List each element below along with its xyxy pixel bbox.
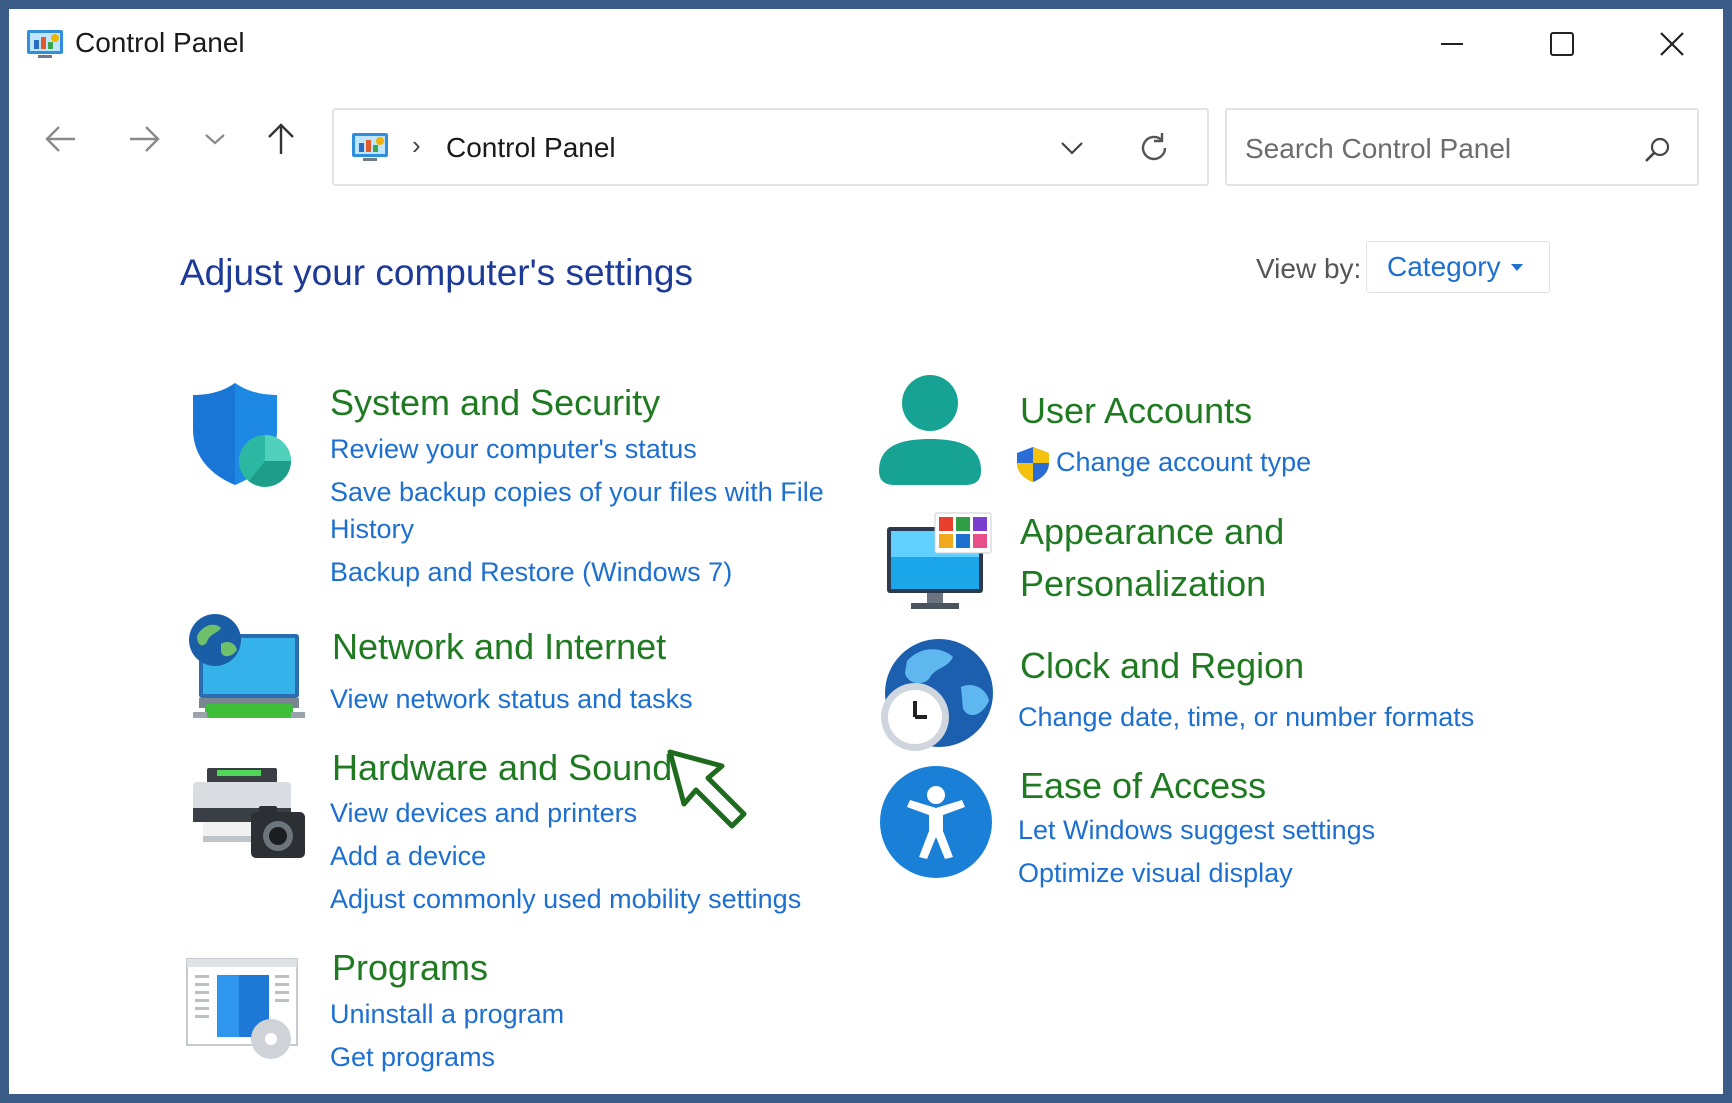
network-internet-title[interactable]: Network and Internet (332, 626, 666, 668)
clock-region-title[interactable]: Clock and Region (1020, 645, 1304, 687)
uac-shield-icon (1017, 447, 1049, 482)
minimize-button[interactable] (1397, 9, 1507, 79)
ease-of-access-title[interactable]: Ease of Access (1020, 765, 1266, 807)
appearance-title-line1[interactable]: Appearance and (1020, 511, 1284, 553)
view-network-status-link[interactable]: View network status and tasks (330, 684, 693, 715)
maximize-button[interactable] (1507, 9, 1617, 79)
control-panel-icon (352, 133, 388, 161)
network-globe-monitor-icon[interactable] (187, 614, 305, 724)
search-input[interactable] (1243, 130, 1627, 168)
programs-icon[interactable] (183, 953, 307, 1063)
chevron-down-icon (1061, 142, 1083, 155)
window-title: Control Panel (75, 27, 245, 58)
mobility-settings-link[interactable]: Adjust commonly used mobility settings (330, 884, 801, 915)
maximize-icon (1550, 32, 1574, 56)
add-device-link[interactable]: Add a device (330, 841, 486, 872)
control-panel-window: Control Panel › Control Panel Search Con… (9, 9, 1723, 1094)
control-panel-icon (27, 30, 63, 58)
backup-restore-link[interactable]: Backup and Restore (Windows 7) (330, 557, 732, 588)
review-status-link[interactable]: Review your computer's status (330, 434, 697, 465)
up-button[interactable] (259, 117, 303, 161)
search-box[interactable] (1225, 108, 1699, 186)
refresh-icon (1141, 133, 1167, 161)
optimize-visual-display-link[interactable]: Optimize visual display (1018, 858, 1293, 889)
chevron-down-icon (205, 134, 225, 145)
up-arrow-icon (268, 123, 294, 154)
forward-arrow-icon (130, 126, 160, 152)
forward-button[interactable] (122, 117, 166, 161)
shield-icon[interactable] (189, 379, 299, 489)
system-security-title[interactable]: System and Security (330, 382, 660, 424)
recent-locations-button[interactable] (193, 117, 237, 161)
address-dropdown-button[interactable] (1052, 128, 1092, 168)
uninstall-program-link[interactable]: Uninstall a program (330, 999, 564, 1030)
close-button[interactable] (1617, 9, 1723, 79)
minimize-icon (1441, 43, 1463, 45)
close-icon (1660, 32, 1684, 56)
view-devices-printers-link[interactable]: View devices and printers (330, 798, 637, 829)
change-account-type-link[interactable]: Change account type (1056, 447, 1311, 478)
printer-camera-icon[interactable] (187, 764, 309, 864)
breadcrumb-control-panel[interactable]: Control Panel (446, 132, 616, 164)
breadcrumb-separator: › (412, 130, 421, 160)
view-by-dropdown[interactable]: Category (1366, 241, 1550, 293)
refresh-button[interactable] (1132, 128, 1176, 168)
clock-globe-icon[interactable] (877, 637, 995, 755)
file-history-link-continued[interactable]: History (330, 514, 414, 545)
user-accounts-icon[interactable] (875, 373, 985, 489)
change-date-time-link[interactable]: Change date, time, or number formats (1018, 702, 1474, 733)
address-bar[interactable]: › Control Panel (332, 108, 1209, 186)
view-by-value: Category (1387, 251, 1501, 282)
dropdown-caret-icon (1510, 263, 1523, 271)
back-button[interactable] (39, 117, 83, 161)
file-history-link[interactable]: Save backup copies of your files with Fi… (330, 477, 824, 508)
suggest-settings-link[interactable]: Let Windows suggest settings (1018, 815, 1375, 846)
appearance-title-line2[interactable]: Personalization (1020, 563, 1266, 605)
search-icon[interactable] (1637, 130, 1677, 170)
back-arrow-icon (45, 126, 75, 152)
programs-title[interactable]: Programs (332, 947, 488, 989)
title-bar: Control Panel (9, 9, 1723, 79)
get-programs-link[interactable]: Get programs (330, 1042, 495, 1073)
ease-of-access-icon[interactable] (879, 765, 993, 879)
page-heading: Adjust your computer's settings (180, 252, 693, 293)
view-by-label: View by: (1256, 253, 1362, 284)
user-accounts-title[interactable]: User Accounts (1020, 390, 1252, 432)
annotation-arrow-icon (667, 749, 747, 829)
navigation-bar: › Control Panel (9, 79, 1723, 199)
hardware-sound-title[interactable]: Hardware and Sound (332, 747, 672, 789)
appearance-monitor-icon[interactable] (877, 509, 995, 615)
